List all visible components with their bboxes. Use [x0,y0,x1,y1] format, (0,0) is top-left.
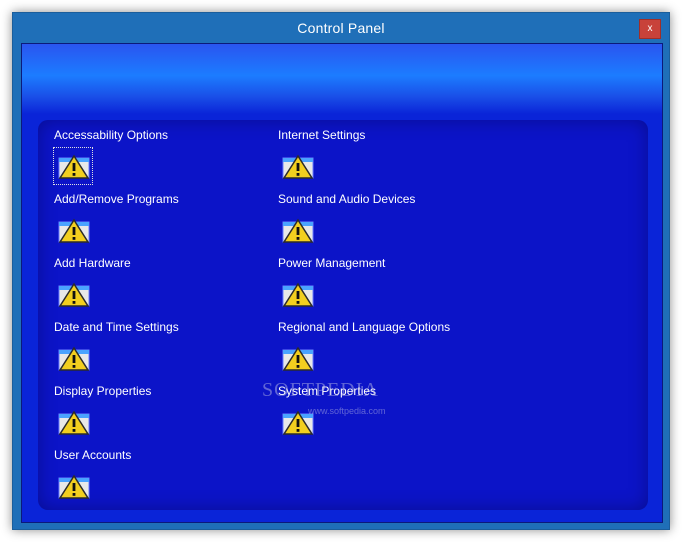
warning-icon[interactable] [278,276,316,312]
control-panel-window: Control Panel x Accessability Options Add… [12,12,670,530]
item-label: Power Management [278,256,386,270]
item-label: Add Hardware [54,256,131,270]
control-panel-item[interactable]: User Accounts [54,448,254,508]
item-label: Internet Settings [278,128,366,142]
warning-icon[interactable] [54,468,92,504]
control-panel-item[interactable]: Date and Time Settings [54,320,254,380]
control-panel-item[interactable]: Accessability Options [53,128,254,188]
control-panel-item[interactable]: Display Properties [54,384,254,444]
warning-icon[interactable] [54,340,92,376]
warning-icon[interactable] [278,212,316,248]
client-area: Accessability Options Add/Remove Programs… [21,43,663,523]
item-label: Sound and Audio Devices [278,192,416,206]
warning-icon[interactable] [278,148,316,184]
watermark: SOFTPEDIA [262,379,379,401]
control-panel-item[interactable]: Regional and Language Options [278,320,478,380]
control-panel-item[interactable]: Power Management [278,256,478,316]
item-label: User Accounts [54,448,132,462]
warning-icon[interactable] [54,276,92,312]
warning-icon[interactable] [278,340,316,376]
warning-icon[interactable] [54,212,92,248]
item-label: Display Properties [54,384,152,398]
warning-icon[interactable] [54,404,92,440]
item-label: Accessability Options [54,128,169,142]
item-label: Regional and Language Options [278,320,451,334]
item-label: Date and Time Settings [54,320,179,334]
close-button[interactable]: x [639,19,661,39]
window-title: Control Panel [297,20,385,36]
header-banner [22,44,662,114]
watermark-url: www.softpedia.com [308,406,386,416]
item-label: Add/Remove Programs [54,192,179,206]
title-bar[interactable]: Control Panel x [13,13,669,43]
control-panel-item[interactable]: Sound and Audio Devices [278,192,478,252]
control-panel-item[interactable]: Add/Remove Programs [54,192,254,252]
control-panel-item[interactable]: Internet Settings [278,128,478,188]
control-panel-item[interactable]: Add Hardware [54,256,254,316]
warning-icon[interactable] [53,147,93,185]
